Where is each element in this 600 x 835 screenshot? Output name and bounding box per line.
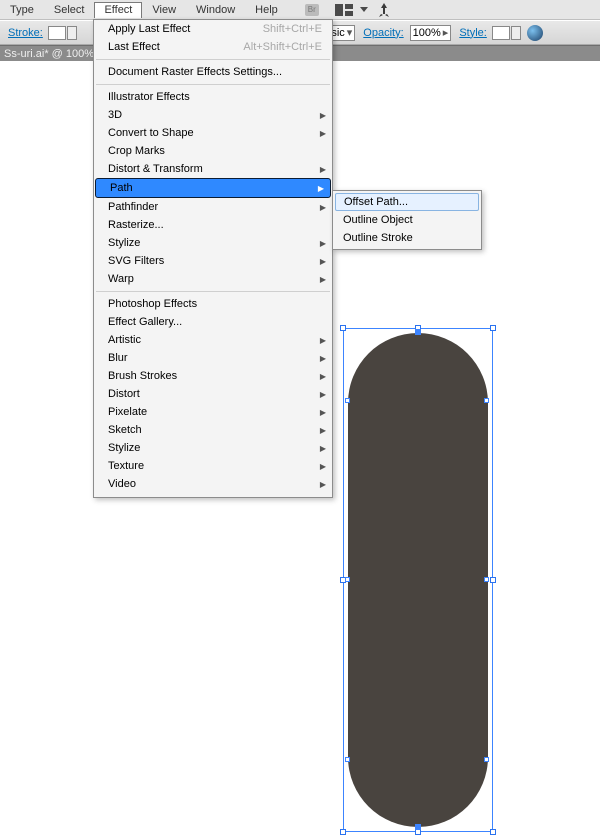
style-dropdown[interactable] bbox=[511, 26, 521, 40]
resize-handle-tr[interactable] bbox=[490, 325, 496, 331]
selection-bounding-box bbox=[343, 328, 493, 832]
menu-pathfinder[interactable]: Pathfinder bbox=[94, 198, 332, 216]
launch-icon[interactable] bbox=[375, 2, 393, 18]
stroke-label[interactable]: Stroke: bbox=[8, 27, 43, 39]
dropdown-arrow-icon[interactable] bbox=[359, 2, 369, 18]
menu-video[interactable]: Video bbox=[94, 475, 332, 493]
menu-distort-ps[interactable]: Distort bbox=[94, 385, 332, 403]
bridge-icon[interactable]: Br bbox=[303, 2, 321, 18]
heading-illustrator-effects: Illustrator Effects bbox=[94, 88, 332, 106]
menu-blur[interactable]: Blur bbox=[94, 349, 332, 367]
menu-artistic[interactable]: Artistic bbox=[94, 331, 332, 349]
arrange-documents-icon[interactable] bbox=[335, 2, 353, 18]
menu-path[interactable]: Path bbox=[95, 178, 331, 198]
menu-texture[interactable]: Texture bbox=[94, 457, 332, 475]
resize-handle-tl[interactable] bbox=[340, 325, 346, 331]
path-anchor[interactable] bbox=[415, 824, 421, 830]
heading-photoshop-effects: Photoshop Effects bbox=[94, 295, 332, 313]
menu-brush-strokes[interactable]: Brush Strokes bbox=[94, 367, 332, 385]
menu-stylize-ps[interactable]: Stylize bbox=[94, 439, 332, 457]
menu-effect-gallery[interactable]: Effect Gallery... bbox=[94, 313, 332, 331]
menu-bar: Type Select Effect View Window Help Br bbox=[0, 0, 600, 20]
path-anchor[interactable] bbox=[484, 577, 489, 582]
path-submenu: Offset Path... Outline Object Outline St… bbox=[332, 190, 482, 250]
path-anchor[interactable] bbox=[345, 757, 350, 762]
menu-raster-settings[interactable]: Document Raster Effects Settings... bbox=[94, 63, 332, 81]
menu-select[interactable]: Select bbox=[44, 2, 95, 18]
menu-convert-to-shape[interactable]: Convert to Shape bbox=[94, 124, 332, 142]
menu-type[interactable]: Type bbox=[0, 2, 44, 18]
menu-crop-marks[interactable]: Crop Marks bbox=[94, 142, 332, 160]
opacity-select[interactable]: 100%▸ bbox=[410, 25, 452, 41]
path-anchor[interactable] bbox=[484, 398, 489, 403]
menu-help[interactable]: Help bbox=[245, 2, 288, 18]
resize-handle-br[interactable] bbox=[490, 829, 496, 835]
menu-pixelate[interactable]: Pixelate bbox=[94, 403, 332, 421]
style-label[interactable]: Style: bbox=[459, 27, 487, 39]
menu-effect[interactable]: Effect bbox=[94, 2, 142, 18]
stroke-swatch[interactable] bbox=[48, 26, 66, 40]
opacity-label[interactable]: Opacity: bbox=[363, 27, 403, 39]
menu-svg-filters[interactable]: SVG Filters bbox=[94, 252, 332, 270]
menu-outline-stroke[interactable]: Outline Stroke bbox=[333, 229, 481, 247]
document-title: Ss-uri.ai* @ 100% bbox=[4, 48, 94, 60]
path-anchor[interactable] bbox=[415, 329, 421, 335]
menu-view[interactable]: View bbox=[142, 2, 186, 18]
menu-warp[interactable]: Warp bbox=[94, 270, 332, 288]
resize-handle-mr[interactable] bbox=[490, 577, 496, 583]
style-swatch[interactable] bbox=[492, 26, 510, 40]
path-anchor[interactable] bbox=[345, 398, 350, 403]
menu-sketch[interactable]: Sketch bbox=[94, 421, 332, 439]
recolor-artwork-icon[interactable] bbox=[527, 25, 543, 41]
menu-offset-path[interactable]: Offset Path... bbox=[335, 193, 479, 211]
menu-distort-transform[interactable]: Distort & Transform bbox=[94, 160, 332, 178]
stroke-dropdown[interactable] bbox=[67, 26, 77, 40]
menu-last-effect: Last Effect Alt+Shift+Ctrl+E bbox=[94, 38, 332, 56]
menu-window[interactable]: Window bbox=[186, 2, 245, 18]
menu-rasterize[interactable]: Rasterize... bbox=[94, 216, 332, 234]
resize-handle-bl[interactable] bbox=[340, 829, 346, 835]
path-anchor[interactable] bbox=[345, 577, 350, 582]
menu-apply-last-effect: Apply Last Effect Shift+Ctrl+E bbox=[94, 20, 332, 38]
menu-outline-object[interactable]: Outline Object bbox=[333, 211, 481, 229]
menu-3d[interactable]: 3D bbox=[94, 106, 332, 124]
menu-stylize-ai[interactable]: Stylize bbox=[94, 234, 332, 252]
path-anchor[interactable] bbox=[484, 757, 489, 762]
effect-menu-dropdown: Apply Last Effect Shift+Ctrl+E Last Effe… bbox=[93, 19, 333, 498]
